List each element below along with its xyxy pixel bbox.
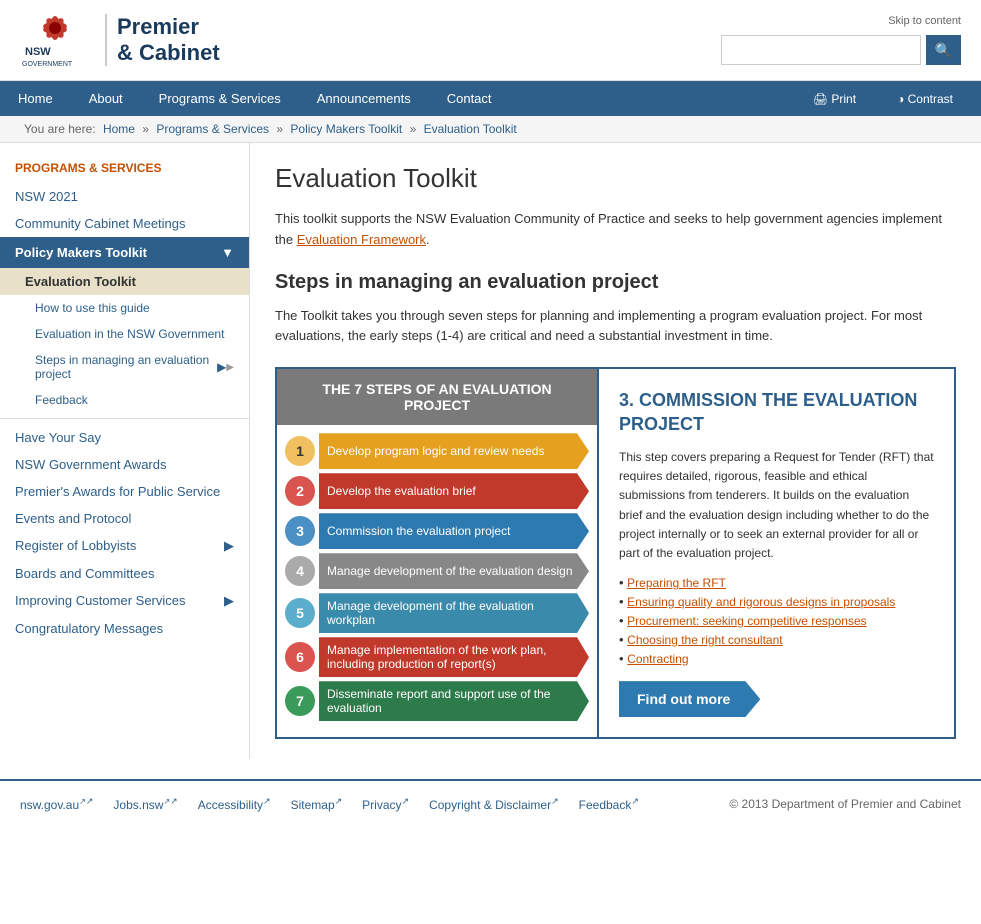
sidebar-item-policy-makers-toolkit[interactable]: Policy Makers Toolkit ▼	[0, 237, 249, 268]
step-3-label: Commission the evaluation project	[319, 513, 589, 549]
steps-container: THE 7 STEPS OF AN EVALUATION PROJECT 1 D…	[275, 367, 956, 739]
commission-link-1: Preparing the RFT	[619, 575, 934, 590]
page-title: Evaluation Toolkit	[275, 163, 956, 194]
sidebar-item-steps-managing[interactable]: Steps in managing an evaluation project …	[0, 347, 249, 387]
sidebar-item-evaluation-toolkit[interactable]: Evaluation Toolkit	[0, 268, 249, 295]
step-6-number: 6	[285, 642, 315, 672]
sidebar-item-how-to-use[interactable]: How to use this guide	[0, 295, 249, 321]
footer-copyright: © 2013 Department of Premier and Cabinet	[729, 797, 961, 811]
sidebar-item-evaluation-nsw-gov[interactable]: Evaluation in the NSW Government	[0, 321, 249, 347]
logo-area: NSW GOVERNMENT Premier & Cabinet	[20, 10, 220, 70]
footer-nsw-gov-link[interactable]: nsw.gov.au↗	[20, 796, 93, 812]
steps-left-panel: THE 7 STEPS OF AN EVALUATION PROJECT 1 D…	[277, 369, 597, 737]
step-6-item[interactable]: 6 Manage implementation of the work plan…	[285, 637, 589, 677]
search-button[interactable]: 🔍	[926, 35, 961, 65]
sidebar-item-nsw2021[interactable]: NSW 2021	[0, 183, 249, 210]
contrast-link[interactable]: ◑ Contrast	[879, 82, 971, 116]
step-1-number: 1	[285, 436, 315, 466]
commission-link-3: Procurement: seeking competitive respons…	[619, 613, 934, 628]
find-out-more-button[interactable]: Find out more	[619, 681, 760, 717]
sidebar-section-title: PROGRAMS & SERVICES	[0, 153, 249, 183]
breadcrumb-eval-toolkit[interactable]: Evaluation Toolkit	[424, 122, 517, 136]
nav-utilities: 🖨 Print ◑ Contrast	[795, 82, 981, 116]
skip-to-content-link[interactable]: Skip to content	[888, 15, 961, 27]
step-2-item[interactable]: 2 Develop the evaluation brief	[285, 473, 589, 509]
footer-copyright-link[interactable]: Copyright & Disclaimer	[429, 796, 559, 812]
step-3-number: 3	[285, 516, 315, 546]
step-5-label: Manage development of the evaluation wor…	[319, 593, 589, 633]
footer-top: nsw.gov.au↗ Jobs.nsw↗ Accessibility Site…	[0, 779, 981, 827]
breadcrumb-label: You are here:	[24, 122, 96, 136]
commission-panel: 3. COMMISSION THE EVALUATION PROJECT Thi…	[597, 369, 954, 737]
choosing-consultant-link[interactable]: Choosing the right consultant	[627, 633, 782, 647]
svg-text:NSW: NSW	[25, 46, 51, 58]
sidebar-item-boards[interactable]: Boards and Committees	[0, 560, 249, 587]
sidebar-item-congratulatory[interactable]: Congratulatory Messages	[0, 615, 249, 642]
print-link[interactable]: 🖨 Print	[795, 82, 874, 116]
commission-link-2: Ensuring quality and rigorous designs in…	[619, 594, 934, 609]
commission-links-list: Preparing the RFT Ensuring quality and r…	[619, 575, 934, 666]
svg-text:GOVERNMENT: GOVERNMENT	[22, 61, 73, 68]
footer-privacy-link[interactable]: Privacy	[362, 796, 409, 812]
nsw-logo: NSW GOVERNMENT	[20, 10, 90, 70]
procurement-link[interactable]: Procurement: seeking competitive respons…	[627, 614, 866, 628]
nav-home[interactable]: Home	[0, 81, 71, 116]
steps-box-header: THE 7 STEPS OF AN EVALUATION PROJECT	[277, 369, 597, 425]
nav-about[interactable]: About	[71, 81, 141, 116]
evaluation-framework-link[interactable]: Evaluation Framework	[297, 232, 426, 247]
step-4-item[interactable]: 4 Manage development of the evaluation d…	[285, 553, 589, 589]
sidebar-item-events-protocol[interactable]: Events and Protocol	[0, 505, 249, 532]
steps-description: The Toolkit takes you through seven step…	[275, 306, 956, 348]
sidebar-item-have-your-say[interactable]: Have Your Say	[0, 424, 249, 451]
step-7-label: Disseminate report and support use of th…	[319, 681, 589, 721]
commission-link-4: Choosing the right consultant	[619, 632, 934, 647]
main-nav: Home About Programs & Services Announcem…	[0, 81, 981, 116]
breadcrumb-toolkit[interactable]: Policy Makers Toolkit	[290, 122, 402, 136]
breadcrumb-home[interactable]: Home	[103, 122, 135, 136]
commission-title: 3. COMMISSION THE EVALUATION PROJECT	[619, 389, 934, 436]
steps-heading: Steps in managing an evaluation project	[275, 271, 956, 294]
preparing-rft-link[interactable]: Preparing the RFT	[627, 576, 726, 590]
step-7-item[interactable]: 7 Disseminate report and support use of …	[285, 681, 589, 721]
step-7-number: 7	[285, 686, 315, 716]
step-2-label: Develop the evaluation brief	[319, 473, 589, 509]
step-1-item[interactable]: 1 Develop program logic and review needs	[285, 433, 589, 469]
step-6-label: Manage implementation of the work plan, …	[319, 637, 589, 677]
commission-link-5: Contracting	[619, 651, 934, 666]
intro-text: This toolkit supports the NSW Evaluation…	[275, 209, 956, 251]
nav-announcements[interactable]: Announcements	[299, 81, 429, 116]
contracting-link[interactable]: Contracting	[627, 652, 688, 666]
ensuring-quality-link[interactable]: Ensuring quality and rigorous designs in…	[627, 595, 895, 609]
step-4-label: Manage development of the evaluation des…	[319, 553, 589, 589]
sidebar-item-lobbyists[interactable]: Register of Lobbyists ▶	[0, 532, 249, 560]
footer-accessibility-link[interactable]: Accessibility	[198, 796, 271, 812]
step-5-item[interactable]: 5 Manage development of the evaluation w…	[285, 593, 589, 633]
layout: PROGRAMS & SERVICES NSW 2021 Community C…	[0, 143, 981, 759]
sidebar-item-improving-customer[interactable]: Improving Customer Services ▶	[0, 587, 249, 615]
step-2-number: 2	[285, 476, 315, 506]
step-1-label: Develop program logic and review needs	[319, 433, 589, 469]
step-3-item[interactable]: 3 Commission the evaluation project	[285, 513, 589, 549]
step-4-number: 4	[285, 556, 315, 586]
nav-contact[interactable]: Contact	[429, 81, 510, 116]
breadcrumb: You are here: Home » Programs & Services…	[0, 116, 981, 143]
step-5-number: 5	[285, 598, 315, 628]
header: NSW GOVERNMENT Premier & Cabinet Skip to…	[0, 0, 981, 81]
commission-description: This step covers preparing a Request for…	[619, 448, 934, 563]
breadcrumb-programs[interactable]: Programs & Services	[156, 122, 269, 136]
main-content: Evaluation Toolkit This toolkit supports…	[250, 143, 981, 759]
search-area: 🔍	[721, 35, 961, 65]
nav-programs[interactable]: Programs & Services	[141, 81, 299, 116]
site-logo-text: Premier & Cabinet	[105, 14, 220, 67]
sidebar-item-feedback[interactable]: Feedback	[0, 387, 249, 413]
header-right: Skip to content 🔍	[721, 15, 961, 65]
sidebar-item-community-cabinet[interactable]: Community Cabinet Meetings	[0, 210, 249, 237]
footer-sitemap-link[interactable]: Sitemap	[291, 796, 343, 812]
footer-jobs-nsw-link[interactable]: Jobs.nsw↗	[113, 796, 177, 812]
sidebar-item-premiers-awards[interactable]: Premier's Awards for Public Service	[0, 478, 249, 505]
search-input[interactable]	[721, 35, 921, 65]
sidebar: PROGRAMS & SERVICES NSW 2021 Community C…	[0, 143, 250, 759]
sidebar-item-nsw-gov-awards[interactable]: NSW Government Awards	[0, 451, 249, 478]
footer-feedback-link[interactable]: Feedback	[579, 796, 639, 812]
